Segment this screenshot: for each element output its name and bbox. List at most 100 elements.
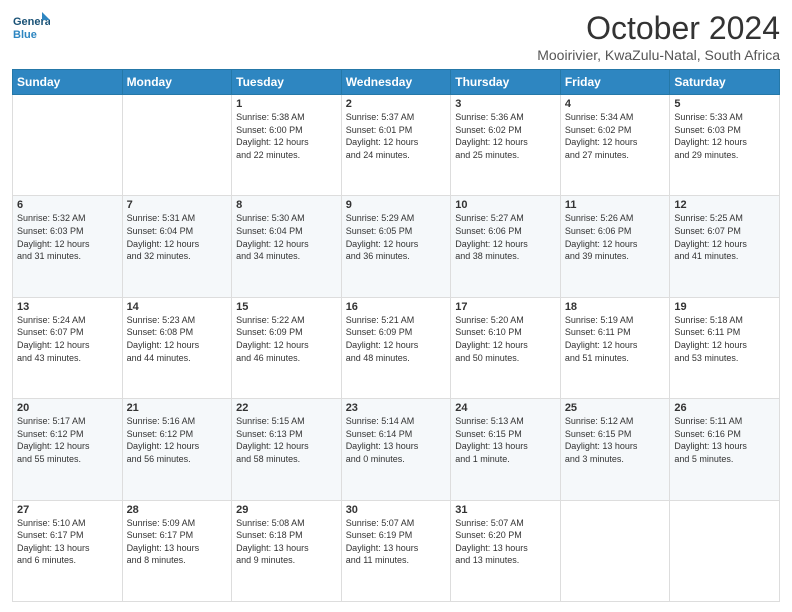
calendar-cell: 6Sunrise: 5:32 AM Sunset: 6:03 PM Daylig… xyxy=(13,196,123,297)
calendar-weekday-friday: Friday xyxy=(560,70,670,95)
day-number: 15 xyxy=(236,301,337,313)
day-number: 16 xyxy=(346,301,447,313)
day-number: 22 xyxy=(236,402,337,414)
calendar-cell xyxy=(122,95,232,196)
day-number: 18 xyxy=(565,301,666,313)
calendar-weekday-monday: Monday xyxy=(122,70,232,95)
calendar-cell: 2Sunrise: 5:37 AM Sunset: 6:01 PM Daylig… xyxy=(341,95,451,196)
calendar-cell: 11Sunrise: 5:26 AM Sunset: 6:06 PM Dayli… xyxy=(560,196,670,297)
day-number: 10 xyxy=(455,199,556,211)
day-info: Sunrise: 5:25 AM Sunset: 6:07 PM Dayligh… xyxy=(674,212,775,262)
day-number: 2 xyxy=(346,98,447,110)
day-info: Sunrise: 5:29 AM Sunset: 6:05 PM Dayligh… xyxy=(346,212,447,262)
calendar-week-row: 20Sunrise: 5:17 AM Sunset: 6:12 PM Dayli… xyxy=(13,399,780,500)
calendar-cell: 30Sunrise: 5:07 AM Sunset: 6:19 PM Dayli… xyxy=(341,500,451,601)
day-info: Sunrise: 5:38 AM Sunset: 6:00 PM Dayligh… xyxy=(236,111,337,161)
calendar-cell: 4Sunrise: 5:34 AM Sunset: 6:02 PM Daylig… xyxy=(560,95,670,196)
calendar-cell: 20Sunrise: 5:17 AM Sunset: 6:12 PM Dayli… xyxy=(13,399,123,500)
calendar-cell: 23Sunrise: 5:14 AM Sunset: 6:14 PM Dayli… xyxy=(341,399,451,500)
day-info: Sunrise: 5:18 AM Sunset: 6:11 PM Dayligh… xyxy=(674,314,775,364)
day-number: 24 xyxy=(455,402,556,414)
calendar-cell: 17Sunrise: 5:20 AM Sunset: 6:10 PM Dayli… xyxy=(451,297,561,398)
calendar-cell: 24Sunrise: 5:13 AM Sunset: 6:15 PM Dayli… xyxy=(451,399,561,500)
day-number: 12 xyxy=(674,199,775,211)
calendar-cell: 18Sunrise: 5:19 AM Sunset: 6:11 PM Dayli… xyxy=(560,297,670,398)
day-number: 13 xyxy=(17,301,118,313)
calendar-cell: 13Sunrise: 5:24 AM Sunset: 6:07 PM Dayli… xyxy=(13,297,123,398)
day-info: Sunrise: 5:33 AM Sunset: 6:03 PM Dayligh… xyxy=(674,111,775,161)
day-info: Sunrise: 5:22 AM Sunset: 6:09 PM Dayligh… xyxy=(236,314,337,364)
calendar-weekday-sunday: Sunday xyxy=(13,70,123,95)
calendar-cell: 8Sunrise: 5:30 AM Sunset: 6:04 PM Daylig… xyxy=(232,196,342,297)
day-info: Sunrise: 5:08 AM Sunset: 6:18 PM Dayligh… xyxy=(236,517,337,567)
calendar-cell: 9Sunrise: 5:29 AM Sunset: 6:05 PM Daylig… xyxy=(341,196,451,297)
calendar-cell xyxy=(13,95,123,196)
day-info: Sunrise: 5:30 AM Sunset: 6:04 PM Dayligh… xyxy=(236,212,337,262)
day-number: 31 xyxy=(455,504,556,516)
day-info: Sunrise: 5:14 AM Sunset: 6:14 PM Dayligh… xyxy=(346,415,447,465)
day-number: 7 xyxy=(127,199,228,211)
calendar-cell: 27Sunrise: 5:10 AM Sunset: 6:17 PM Dayli… xyxy=(13,500,123,601)
day-info: Sunrise: 5:07 AM Sunset: 6:19 PM Dayligh… xyxy=(346,517,447,567)
day-info: Sunrise: 5:32 AM Sunset: 6:03 PM Dayligh… xyxy=(17,212,118,262)
day-number: 27 xyxy=(17,504,118,516)
calendar-cell: 25Sunrise: 5:12 AM Sunset: 6:15 PM Dayli… xyxy=(560,399,670,500)
day-info: Sunrise: 5:21 AM Sunset: 6:09 PM Dayligh… xyxy=(346,314,447,364)
day-info: Sunrise: 5:19 AM Sunset: 6:11 PM Dayligh… xyxy=(565,314,666,364)
day-info: Sunrise: 5:34 AM Sunset: 6:02 PM Dayligh… xyxy=(565,111,666,161)
calendar-week-row: 6Sunrise: 5:32 AM Sunset: 6:03 PM Daylig… xyxy=(13,196,780,297)
calendar-cell: 16Sunrise: 5:21 AM Sunset: 6:09 PM Dayli… xyxy=(341,297,451,398)
calendar-week-row: 27Sunrise: 5:10 AM Sunset: 6:17 PM Dayli… xyxy=(13,500,780,601)
day-number: 14 xyxy=(127,301,228,313)
calendar-cell: 28Sunrise: 5:09 AM Sunset: 6:17 PM Dayli… xyxy=(122,500,232,601)
calendar-cell: 19Sunrise: 5:18 AM Sunset: 6:11 PM Dayli… xyxy=(670,297,780,398)
title-block: October 2024 Mooirivier, KwaZulu-Natal, … xyxy=(537,10,780,63)
day-info: Sunrise: 5:11 AM Sunset: 6:16 PM Dayligh… xyxy=(674,415,775,465)
calendar-weekday-thursday: Thursday xyxy=(451,70,561,95)
calendar-cell xyxy=(560,500,670,601)
subtitle: Mooirivier, KwaZulu-Natal, South Africa xyxy=(537,47,780,63)
calendar-cell: 12Sunrise: 5:25 AM Sunset: 6:07 PM Dayli… xyxy=(670,196,780,297)
calendar-cell: 22Sunrise: 5:15 AM Sunset: 6:13 PM Dayli… xyxy=(232,399,342,500)
day-number: 9 xyxy=(346,199,447,211)
day-info: Sunrise: 5:12 AM Sunset: 6:15 PM Dayligh… xyxy=(565,415,666,465)
logo-svg: General Blue xyxy=(12,10,50,48)
day-number: 29 xyxy=(236,504,337,516)
day-info: Sunrise: 5:26 AM Sunset: 6:06 PM Dayligh… xyxy=(565,212,666,262)
day-info: Sunrise: 5:09 AM Sunset: 6:17 PM Dayligh… xyxy=(127,517,228,567)
logo: General Blue xyxy=(12,10,50,48)
day-number: 3 xyxy=(455,98,556,110)
calendar-weekday-saturday: Saturday xyxy=(670,70,780,95)
calendar-cell: 29Sunrise: 5:08 AM Sunset: 6:18 PM Dayli… xyxy=(232,500,342,601)
day-number: 1 xyxy=(236,98,337,110)
calendar-weekday-tuesday: Tuesday xyxy=(232,70,342,95)
day-info: Sunrise: 5:20 AM Sunset: 6:10 PM Dayligh… xyxy=(455,314,556,364)
day-number: 20 xyxy=(17,402,118,414)
day-number: 25 xyxy=(565,402,666,414)
day-info: Sunrise: 5:24 AM Sunset: 6:07 PM Dayligh… xyxy=(17,314,118,364)
calendar-cell: 31Sunrise: 5:07 AM Sunset: 6:20 PM Dayli… xyxy=(451,500,561,601)
day-info: Sunrise: 5:36 AM Sunset: 6:02 PM Dayligh… xyxy=(455,111,556,161)
day-number: 8 xyxy=(236,199,337,211)
day-info: Sunrise: 5:10 AM Sunset: 6:17 PM Dayligh… xyxy=(17,517,118,567)
calendar-cell: 21Sunrise: 5:16 AM Sunset: 6:12 PM Dayli… xyxy=(122,399,232,500)
day-info: Sunrise: 5:31 AM Sunset: 6:04 PM Dayligh… xyxy=(127,212,228,262)
calendar-weekday-wednesday: Wednesday xyxy=(341,70,451,95)
calendar-week-row: 1Sunrise: 5:38 AM Sunset: 6:00 PM Daylig… xyxy=(13,95,780,196)
day-number: 19 xyxy=(674,301,775,313)
calendar-table: SundayMondayTuesdayWednesdayThursdayFrid… xyxy=(12,69,780,602)
day-number: 11 xyxy=(565,199,666,211)
day-number: 5 xyxy=(674,98,775,110)
page: General Blue October 2024 Mooirivier, Kw… xyxy=(0,0,792,612)
day-number: 28 xyxy=(127,504,228,516)
day-info: Sunrise: 5:16 AM Sunset: 6:12 PM Dayligh… xyxy=(127,415,228,465)
main-title: October 2024 xyxy=(537,10,780,47)
day-info: Sunrise: 5:23 AM Sunset: 6:08 PM Dayligh… xyxy=(127,314,228,364)
day-info: Sunrise: 5:27 AM Sunset: 6:06 PM Dayligh… xyxy=(455,212,556,262)
calendar-cell: 26Sunrise: 5:11 AM Sunset: 6:16 PM Dayli… xyxy=(670,399,780,500)
day-number: 30 xyxy=(346,504,447,516)
calendar-cell xyxy=(670,500,780,601)
day-info: Sunrise: 5:13 AM Sunset: 6:15 PM Dayligh… xyxy=(455,415,556,465)
calendar-cell: 7Sunrise: 5:31 AM Sunset: 6:04 PM Daylig… xyxy=(122,196,232,297)
calendar-cell: 14Sunrise: 5:23 AM Sunset: 6:08 PM Dayli… xyxy=(122,297,232,398)
